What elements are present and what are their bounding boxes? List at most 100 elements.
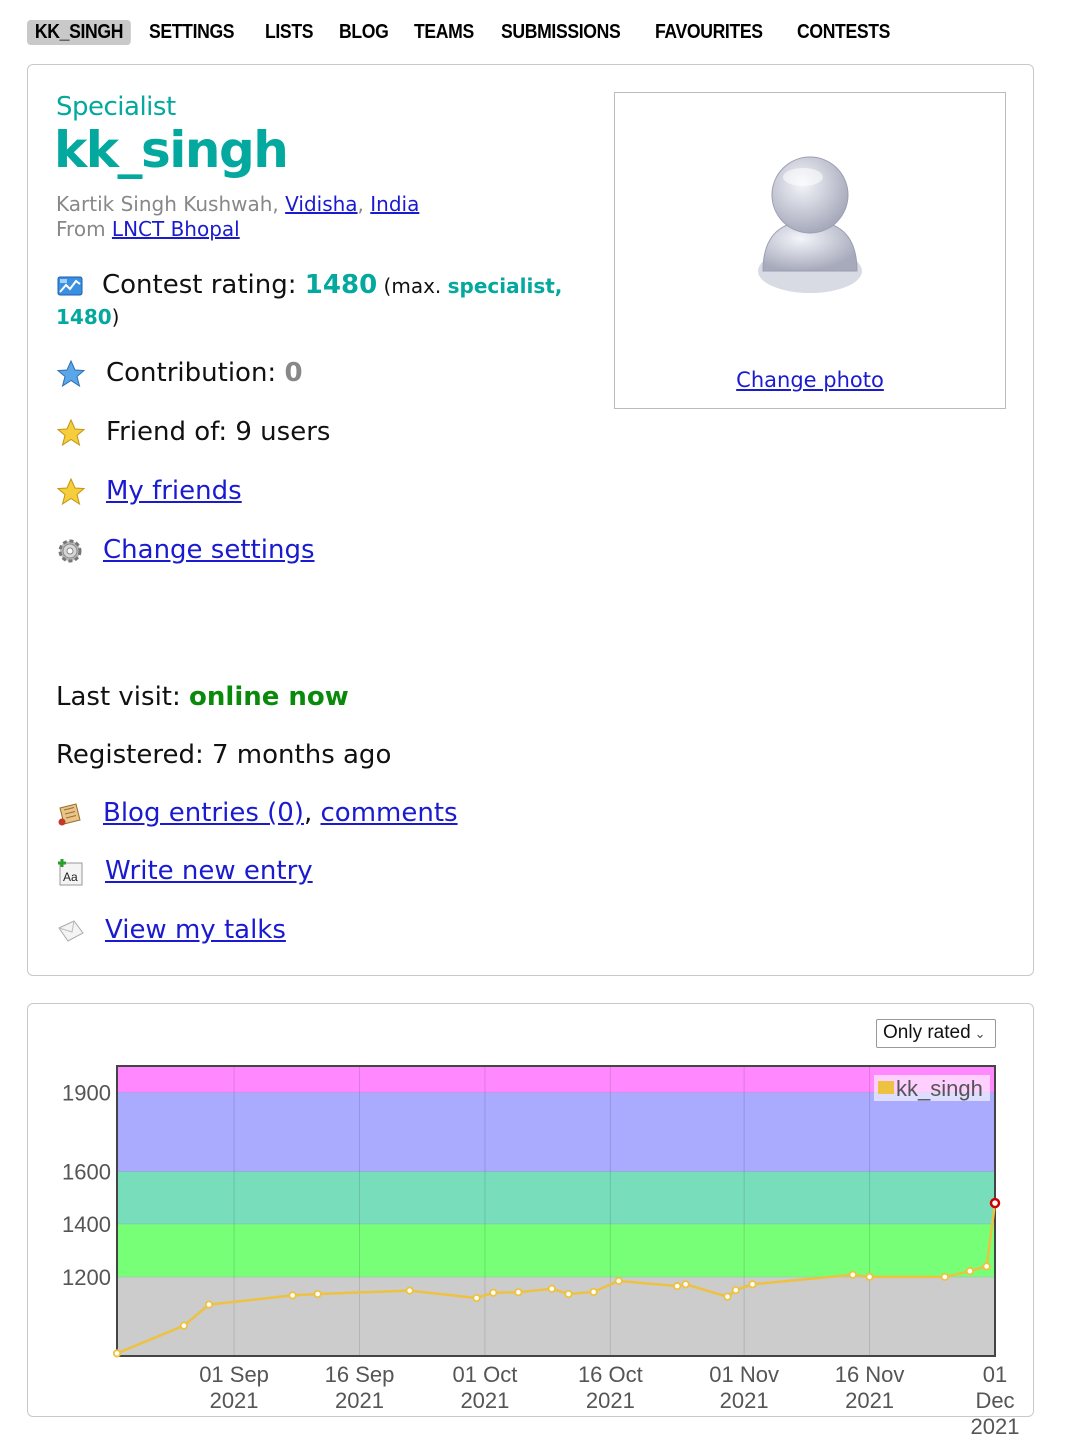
write-entry-row: Aa Write new entry [56, 856, 313, 887]
organization-link[interactable]: LNCT Bhopal [112, 217, 240, 241]
legend-label: kk_singh [896, 1076, 983, 1101]
change-photo-link[interactable]: Change photo [615, 368, 1005, 392]
registered-text: Registered: 7 months ago [56, 740, 392, 770]
nav-settings[interactable]: SETTINGS [149, 21, 235, 44]
contribution-row: Contribution: 0 [56, 358, 303, 389]
from-label: From [56, 217, 112, 241]
nav-teams[interactable]: TEAMS [414, 21, 474, 44]
profile-photo-box: Change photo [614, 92, 1006, 409]
blue-star-icon [56, 359, 86, 389]
data-point [865, 1272, 874, 1282]
nav-favourites[interactable]: FAVOURITES [655, 21, 763, 44]
user-organization: From LNCT Bhopal [56, 217, 240, 241]
friend-of-row: Friend of: 9 users [56, 417, 330, 448]
max-rating-row: 1480) [56, 305, 119, 329]
x-tick-label: 01 Dec 2021 [971, 1362, 1020, 1439]
x-tick-label: 16 Sep 2021 [325, 1362, 395, 1413]
rating-chart: 1200 1400 1600 1900 01 Sep 2021 16 Sep 2021 01 O… [62, 1065, 1020, 1439]
data-point [681, 1280, 690, 1289]
rating-band-0 [117, 1276, 995, 1356]
max-rank: specialist, [447, 274, 563, 298]
svg-text:Aa: Aa [63, 870, 78, 884]
nav-profile-handle[interactable]: KK_SINGH [27, 19, 131, 45]
gold-star-icon [56, 477, 86, 507]
y-tick-label: 1600 [62, 1159, 111, 1184]
max-open: (max. [377, 274, 448, 298]
max-rating-value: 1480 [56, 305, 112, 329]
blog-scroll-icon [56, 800, 84, 828]
data-point [313, 1289, 322, 1299]
blog-row: Blog entries (0), comments [56, 798, 458, 828]
x-tick-label: 01 Oct 2021 [453, 1362, 518, 1413]
user-location: Kartik Singh Kushwah, Vidisha, India [56, 192, 419, 216]
country-link[interactable]: India [370, 192, 419, 216]
rating-band-3 [117, 1092, 995, 1172]
data-point [589, 1287, 598, 1297]
data-point [489, 1288, 498, 1297]
my-friends-link[interactable]: My friends [106, 476, 242, 506]
x-tick-label: 16 Oct 2021 [578, 1362, 643, 1413]
rating-band-4 [117, 1066, 995, 1093]
gold-star-icon [56, 418, 86, 448]
data-point [848, 1270, 857, 1279]
y-tick-label: 1400 [62, 1212, 111, 1237]
contribution-label: Contribution: [106, 358, 285, 388]
data-point [989, 1197, 1001, 1209]
view-talks-row: View my talks [56, 915, 286, 946]
data-point [204, 1300, 214, 1309]
last-visit-status: online now [189, 682, 349, 712]
data-point [288, 1291, 297, 1300]
rating-chart-icon [56, 272, 84, 300]
user-handle: kk_singh [54, 121, 289, 179]
write-entry-icon: Aa [56, 857, 86, 887]
blog-comma: , [303, 798, 321, 828]
last-visit-row: Last visit: online now [56, 682, 349, 712]
rating-band-1 [117, 1224, 995, 1277]
data-point [965, 1267, 975, 1276]
x-tick-label: 16 Nov 2021 [835, 1362, 905, 1413]
data-point [112, 1349, 122, 1358]
nav-contests[interactable]: CONTESTS [797, 21, 890, 44]
user-avatar-icon [758, 156, 862, 293]
data-point [940, 1272, 949, 1282]
rating-band-2 [117, 1171, 995, 1225]
nav-blog[interactable]: BLOG [339, 21, 389, 44]
city-link[interactable]: Vidisha [285, 192, 357, 216]
last-visit-label: Last visit: [56, 682, 190, 712]
rating-graph-panel: Only rated ⌄ 1200 1400 1600 1900 01 Sep 2021 16… [27, 1003, 1034, 1439]
top-navigation: KK_SINGH SETTINGS LISTS BLOG TEAMS SUBMI… [27, 18, 921, 46]
profile-info-panel: Specialist kk_singh Kartik Singh Kushwah… [27, 64, 1034, 976]
change-settings-link[interactable]: Change settings [103, 535, 315, 565]
nav-lists[interactable]: LISTS [265, 21, 313, 44]
data-point [614, 1276, 623, 1285]
x-tick-label: 01 Sep 2021 [199, 1362, 269, 1413]
user-full-name: Kartik Singh Kushwah, [56, 192, 286, 216]
data-point [564, 1289, 573, 1299]
x-tick-label: 01 Nov 2021 [709, 1362, 779, 1413]
data-point [405, 1286, 414, 1295]
y-tick-label: 1900 [62, 1080, 111, 1105]
data-point [731, 1285, 740, 1295]
blog-entries-link[interactable]: Blog entries (0) [103, 798, 304, 828]
my-friends-row: My friends [56, 476, 242, 507]
location-comma: , [357, 192, 371, 216]
contest-rating-label: Contest rating: [102, 270, 305, 300]
data-point [748, 1280, 757, 1289]
data-point [547, 1284, 556, 1293]
data-point [472, 1293, 481, 1303]
legend-swatch [878, 1081, 894, 1094]
data-point [673, 1282, 682, 1291]
max-close: ) [111, 305, 120, 329]
view-my-talks-link[interactable]: View my talks [105, 915, 286, 945]
data-point [514, 1288, 523, 1297]
contest-rating-value: 1480 [304, 270, 378, 300]
data-point [982, 1262, 991, 1271]
gear-icon [56, 537, 84, 565]
envelope-icon [56, 916, 86, 946]
contribution-value: 0 [284, 358, 303, 388]
write-new-entry-link[interactable]: Write new entry [105, 856, 313, 886]
comments-link[interactable]: comments [321, 798, 458, 828]
nav-submissions[interactable]: SUBMISSIONS [501, 21, 621, 44]
contest-rating-row: Contest rating: 1480 (max. specialist, [56, 270, 562, 300]
friend-of-text: Friend of: 9 users [106, 417, 331, 447]
